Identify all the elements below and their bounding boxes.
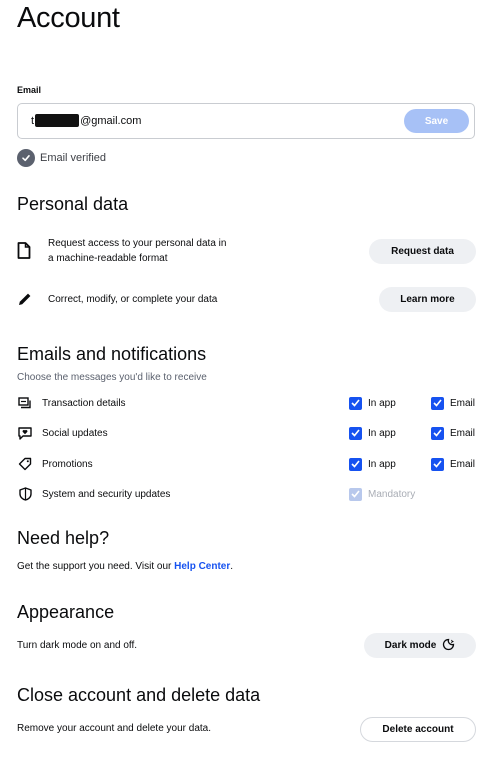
email-verified-status: Email verified bbox=[17, 149, 106, 167]
checkbox-checked-icon bbox=[431, 457, 444, 471]
notification-row-transaction: Transaction details In app Email bbox=[17, 393, 479, 413]
checkbox-checked-icon bbox=[431, 426, 444, 440]
save-button[interactable]: Save bbox=[404, 109, 469, 133]
notification-label: Transaction details bbox=[42, 397, 126, 409]
email-verified-text: Email verified bbox=[40, 152, 107, 164]
notification-row-security: System and security updates Mandatory bbox=[17, 484, 479, 504]
email-value-end: @gmail.com bbox=[80, 114, 142, 127]
help-center-link[interactable]: Help Center bbox=[174, 561, 230, 572]
pencil-icon bbox=[17, 291, 33, 312]
checkbox-checked-icon bbox=[349, 426, 362, 440]
request-data-button[interactable]: Request data bbox=[369, 239, 476, 264]
help-heading: Need help? bbox=[17, 528, 110, 548]
check-circle-icon bbox=[17, 149, 35, 167]
in-app-checkbox[interactable]: In app bbox=[349, 426, 396, 440]
correct-data-description: Correct, modify, or complete your data bbox=[48, 294, 218, 305]
notification-row-promotions: Promotions In app Email bbox=[17, 454, 479, 474]
request-data-description: Request access to your personal data in … bbox=[48, 238, 227, 264]
email-value: t @gmail.com bbox=[31, 114, 141, 127]
checkbox-checked-icon bbox=[431, 396, 444, 410]
email-checkbox[interactable]: Email bbox=[431, 396, 475, 410]
mandatory-checkbox: Mandatory bbox=[349, 487, 415, 501]
page-title: Account bbox=[17, 2, 120, 34]
help-text: Get the support you need. Visit our Help… bbox=[17, 561, 234, 572]
personal-data-heading: Personal data bbox=[17, 194, 129, 214]
notification-label: System and security updates bbox=[42, 488, 171, 500]
email-label: Email bbox=[17, 85, 42, 95]
moon-icon bbox=[442, 638, 455, 654]
appearance-heading: Appearance bbox=[17, 602, 115, 622]
document-icon bbox=[17, 242, 31, 264]
tag-icon bbox=[17, 456, 33, 472]
redaction-bar bbox=[35, 114, 80, 127]
email-checkbox[interactable]: Email bbox=[431, 457, 475, 471]
notifications-heading: Emails and notifications bbox=[17, 344, 207, 364]
learn-more-button[interactable]: Learn more bbox=[379, 287, 476, 312]
checkbox-disabled-icon bbox=[349, 487, 362, 501]
in-app-checkbox[interactable]: In app bbox=[349, 396, 396, 410]
chat-heart-icon bbox=[17, 425, 33, 441]
shield-icon bbox=[17, 486, 33, 502]
email-value-start: t bbox=[31, 114, 35, 127]
notification-label: Promotions bbox=[42, 458, 93, 470]
delete-account-button[interactable]: Delete account bbox=[360, 717, 476, 742]
receipt-icon bbox=[17, 395, 33, 411]
notification-label: Social updates bbox=[42, 427, 108, 439]
notifications-subtitle: Choose the messages you'd like to receiv… bbox=[17, 372, 207, 383]
appearance-text: Turn dark mode on and off. bbox=[17, 640, 138, 651]
email-checkbox[interactable]: Email bbox=[431, 426, 475, 440]
checkbox-checked-icon bbox=[349, 396, 362, 410]
close-account-heading: Close account and delete data bbox=[17, 685, 261, 705]
checkbox-checked-icon bbox=[349, 457, 362, 471]
dark-mode-button[interactable]: Dark mode bbox=[364, 633, 476, 658]
notification-row-social: Social updates In app Email bbox=[17, 423, 479, 443]
email-field[interactable]: t @gmail.com Save bbox=[17, 103, 475, 139]
close-account-text: Remove your account and delete your data… bbox=[17, 723, 212, 734]
in-app-checkbox[interactable]: In app bbox=[349, 457, 396, 471]
